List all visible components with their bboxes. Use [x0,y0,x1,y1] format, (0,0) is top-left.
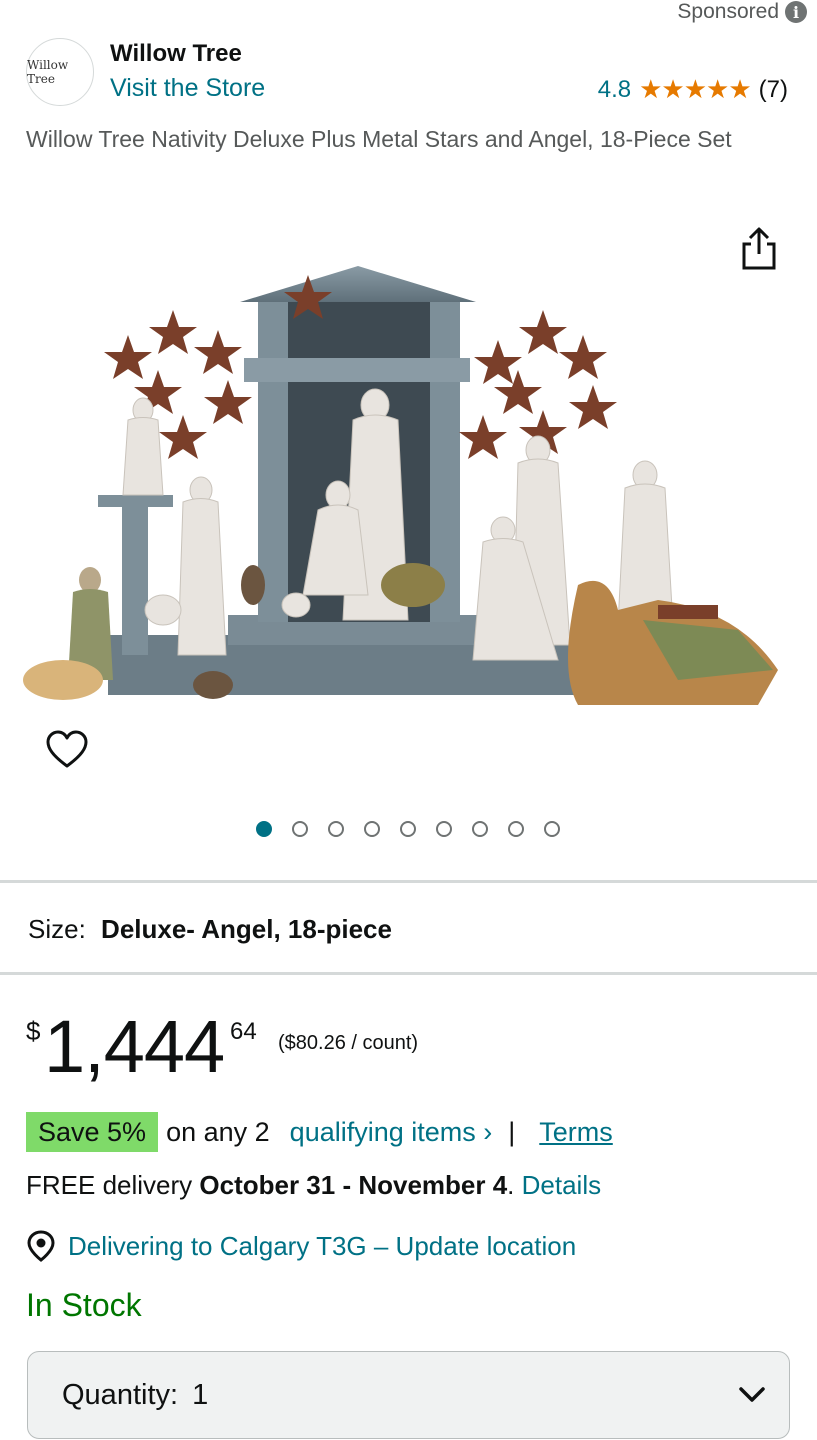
delivery-prefix: FREE delivery [26,1170,193,1200]
delivery-details-link[interactable]: Details [522,1170,601,1200]
delivery-info: FREE delivery October 31 - November 4. D… [26,1170,601,1201]
sponsored-text: Sponsored [677,0,779,23]
location-text: Delivering to Calgary T3G – Update locat… [68,1230,577,1261]
price-fraction: 64 [230,1018,257,1045]
pagination-dot[interactable] [400,821,416,837]
pagination-dot[interactable] [256,821,272,837]
product-title: Willow Tree Nativity Deluxe Plus Metal S… [26,126,732,152]
brand-name[interactable]: Willow Tree [110,40,242,68]
brand-logo-text: Willow Tree [27,58,69,86]
rating-count: (7) [758,75,788,103]
heart-icon[interactable] [46,730,88,770]
share-icon[interactable] [738,226,780,272]
pagination-dot[interactable] [544,821,560,837]
pagination-dot[interactable] [328,821,344,837]
qualifying-items-link[interactable]: qualifying items › [290,1117,493,1148]
size-value: Deluxe- Angel, 18-piece [101,914,392,944]
product-image[interactable] [18,250,800,720]
pagination-dot[interactable] [292,821,308,837]
terms-link[interactable]: Terms [539,1117,613,1148]
promo-separator: | [508,1116,516,1147]
pagination-dot[interactable] [364,821,380,837]
pagination-dot[interactable] [508,821,524,837]
pagination-dot[interactable] [436,821,452,837]
promo-text: on any 2 [166,1116,270,1147]
delivery-period: . [507,1170,515,1200]
delivery-dates: October 31 - November 4 [199,1170,508,1200]
image-pagination [256,821,560,837]
save-badge: Save 5% [26,1112,159,1152]
delivery-location[interactable]: Delivering to Calgary T3G – Update locat… [26,1230,576,1262]
price-whole: 1,444 [44,1005,225,1088]
sponsored-label[interactable]: Sponsored i [677,0,807,24]
brand-logo[interactable]: Willow Tree [26,38,94,106]
price-symbol: $ [26,1016,41,1046]
quantity-label: Quantity: [62,1378,179,1411]
star-rating-icon: ★★★★★ [639,74,752,104]
section-divider [0,972,817,975]
visit-store-link[interactable]: Visit the Store [110,74,265,103]
location-pin-icon [27,1230,55,1262]
stock-status: In Stock [26,1287,142,1323]
size-selector[interactable]: Size: Deluxe- Angel, 18-piece [28,914,392,945]
rating-summary[interactable]: 4.8 ★★★★★ (7) [598,74,788,105]
section-divider [0,880,817,883]
size-label: Size: [28,914,86,944]
rating-value: 4.8 [597,75,632,103]
brand-header: Willow Tree Willow Tree Visit the Store … [26,38,796,108]
info-icon[interactable]: i [785,1,807,23]
chevron-down-icon [739,1387,765,1402]
unit-price: ($80.26 / count) [278,1032,419,1054]
promotion-row: Save 5% on any 2 qualifying items › | Te… [26,1112,613,1152]
quantity-value: 1 [192,1378,209,1411]
quantity-selector[interactable]: Quantity: 1 [27,1351,790,1439]
pagination-dot[interactable] [472,821,488,837]
